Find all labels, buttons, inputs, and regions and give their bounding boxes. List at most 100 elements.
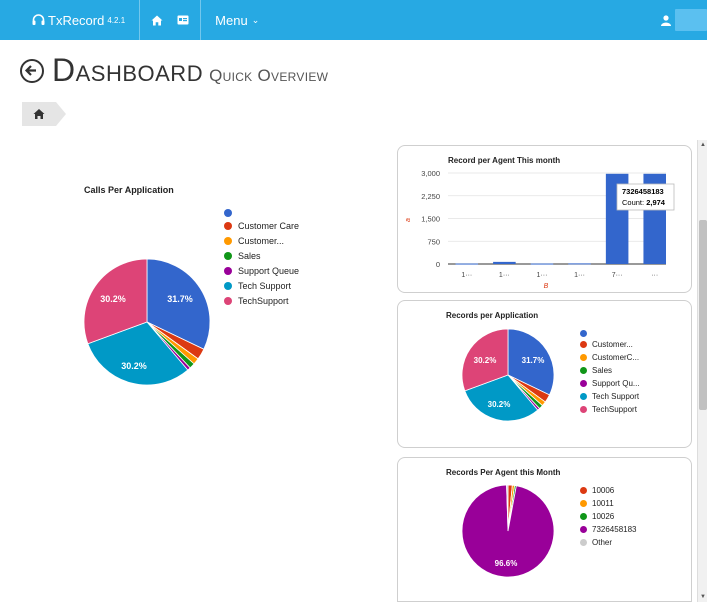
- slice-label: 30.2%: [474, 356, 497, 365]
- legend-swatch: [580, 406, 587, 413]
- legend-label: Other: [592, 538, 613, 547]
- legend-swatch: [580, 487, 587, 494]
- legend-item[interactable]: Sales: [580, 366, 675, 376]
- legend-label: 7326458183: [592, 525, 637, 534]
- legend-swatch: [580, 393, 587, 400]
- records-per-application-panel: Records per Application 31.7% 30.2% 30.2% …: [397, 300, 692, 448]
- x-tick-label: ···: [651, 272, 658, 279]
- legend-item[interactable]: [224, 208, 314, 217]
- user-menu[interactable]: [661, 0, 707, 40]
- x-tick-label: 1···: [574, 272, 585, 279]
- chevron-down-icon: ⌄: [251, 14, 260, 25]
- legend-item[interactable]: Customer Care: [224, 221, 314, 232]
- y-tick-label: 0: [436, 260, 440, 269]
- legend-item[interactable]: Tech Support: [580, 392, 675, 402]
- legend-label: Customer Care: [238, 221, 300, 231]
- legend-item[interactable]: Other: [580, 538, 675, 548]
- page-header: Dashboard Quick Overview: [20, 52, 328, 89]
- x-tick-label: 1···: [461, 272, 472, 279]
- slice-label: 96.6%: [495, 559, 518, 568]
- brand-link[interactable]: TxRecord 4.2.1: [0, 0, 135, 40]
- slice-label: 31.7%: [522, 356, 545, 365]
- legend-label: Support Queue: [238, 266, 300, 276]
- legend-label: Customer...: [592, 340, 633, 349]
- legend-item[interactable]: 10026: [580, 512, 675, 522]
- legend-item[interactable]: Sales: [224, 251, 314, 262]
- card-nav-button[interactable]: [170, 0, 196, 40]
- home-icon: [151, 15, 163, 25]
- legend-label: TechSupport: [238, 296, 289, 306]
- page-title: Dashboard: [52, 52, 204, 88]
- legend-swatch: [224, 252, 232, 260]
- legend-swatch: [224, 222, 232, 230]
- user-name-field: [675, 9, 707, 31]
- slice-label: 30.2%: [488, 400, 511, 409]
- breadcrumb-home[interactable]: [22, 102, 66, 126]
- legend-item[interactable]: Support Qu...: [580, 379, 675, 389]
- legend-item[interactable]: Customer...: [580, 340, 675, 350]
- breadcrumb: [22, 102, 66, 126]
- legend-item[interactable]: 7326458183: [580, 525, 675, 535]
- legend-swatch: [224, 267, 232, 275]
- nav-divider: [139, 0, 141, 40]
- legend-label: Tech Support: [238, 281, 292, 291]
- legend-swatch: [224, 297, 232, 305]
- scroll-down-icon[interactable]: ▼: [698, 592, 707, 602]
- y-axis-label: a: [405, 218, 412, 222]
- legend-swatch: [224, 209, 232, 217]
- chart-legend: Customer... CustomerC... Sales Support Qu..…: [580, 329, 675, 418]
- legend-label: Tech Support: [592, 392, 640, 401]
- legend-label: Sales: [592, 366, 613, 375]
- x-tick-label: 1···: [537, 272, 548, 279]
- legend-swatch: [580, 380, 587, 387]
- legend-item[interactable]: [580, 329, 675, 337]
- legend-item[interactable]: 10011: [580, 499, 675, 509]
- bar[interactable]: [493, 261, 516, 264]
- legend-swatch: [580, 341, 587, 348]
- tooltip-title: 7326458183: [622, 187, 664, 196]
- id-card-icon: [177, 15, 189, 25]
- legend-item[interactable]: Support Queue: [224, 266, 314, 277]
- slice-label: 31.7%: [167, 294, 193, 304]
- legend-item[interactable]: TechSupport: [580, 405, 675, 415]
- legend-item[interactable]: TechSupport: [224, 296, 314, 307]
- chart-legend: Customer Care Customer... Sales Support Que…: [224, 208, 314, 311]
- x-tick-label: 1···: [499, 272, 510, 279]
- menu-dropdown[interactable]: Menu ⌄: [205, 0, 269, 40]
- legend-item[interactable]: Customer...: [224, 236, 314, 247]
- legend-label: Customer...: [238, 236, 285, 246]
- brand-version: 4.2.1: [107, 15, 126, 25]
- legend-swatch: [580, 500, 587, 507]
- x-tick-label: 7···: [612, 272, 623, 279]
- legend-item[interactable]: Tech Support: [224, 281, 314, 292]
- legend-label: 10011: [592, 499, 614, 508]
- legend-label: Sales: [238, 251, 261, 261]
- bar[interactable]: [455, 263, 479, 265]
- arrow-left-icon: [24, 64, 36, 76]
- legend-label: CustomerC...: [592, 353, 640, 362]
- chart-legend: 10006 10011 10026 7326458183 Other: [580, 486, 675, 551]
- legend-swatch: [580, 330, 587, 337]
- nav-divider: [200, 0, 202, 40]
- back-button[interactable]: [20, 58, 44, 83]
- user-icon: [661, 14, 671, 26]
- home-nav-button[interactable]: [144, 0, 170, 40]
- headset-icon: [32, 14, 45, 25]
- x-axis-label: B: [544, 283, 549, 290]
- bar[interactable]: [568, 263, 591, 265]
- legend-label: TechSupport: [592, 405, 637, 414]
- y-tick-label: 750: [427, 237, 440, 246]
- tooltip-count: Count: 2,974: [622, 198, 666, 207]
- legend-swatch: [580, 539, 587, 546]
- scroll-thumb[interactable]: [699, 220, 707, 410]
- tooltip-count-label: Count:: [622, 198, 646, 207]
- legend-label: 10006: [592, 486, 615, 495]
- legend-swatch: [580, 354, 587, 361]
- legend-item[interactable]: CustomerC...: [580, 353, 675, 363]
- scroll-up-icon[interactable]: ▲: [698, 140, 707, 150]
- page-scrollbar[interactable]: ▲ ▼: [697, 140, 707, 602]
- legend-item[interactable]: 10006: [580, 486, 675, 496]
- legend-label: Support Qu...: [592, 379, 640, 388]
- agent-bar-chart: 0 750 1,500 2,250 3,000 1··· 1··· 1··· 1··· 7··· ·…: [405, 169, 675, 290]
- bar[interactable]: [530, 263, 554, 265]
